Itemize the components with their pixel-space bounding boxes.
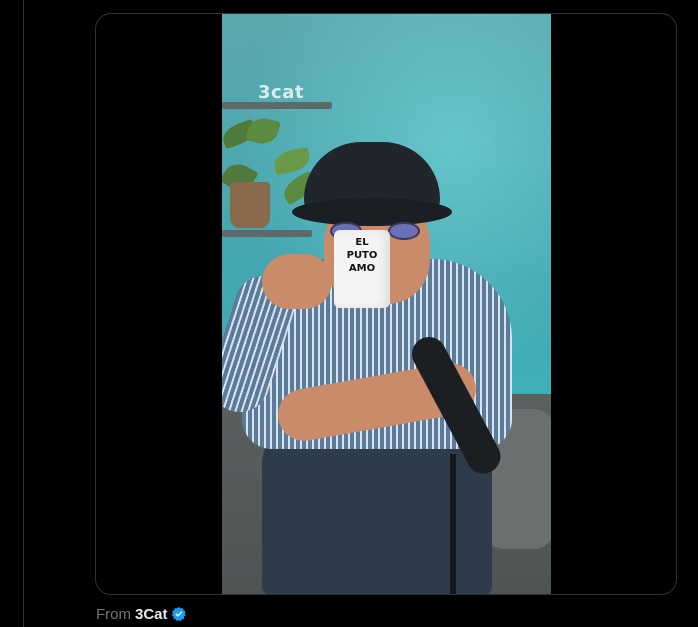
mug-lettering: EL PUTO AMO: [334, 236, 390, 275]
verified-badge-icon: [171, 606, 187, 622]
video-frame-person-hand: [262, 254, 332, 309]
video-frame-person-pants: [262, 424, 492, 594]
mug-text-line: AMO: [348, 263, 376, 274]
media-card[interactable]: 3cat EL PUTO AMO: [95, 13, 677, 595]
attribution-prefix: From: [96, 605, 131, 623]
video-frame-lens-right: [388, 222, 420, 240]
video-frame-mug: EL PUTO AMO: [334, 230, 390, 308]
mug-text-line: PUTO: [346, 250, 378, 261]
channel-watermark-logo: 3cat: [258, 82, 304, 103]
timeline-divider: [23, 0, 24, 627]
tweet-media-view: 3cat EL PUTO AMO From 3Cat: [0, 0, 698, 627]
video-player[interactable]: 3cat EL PUTO AMO: [222, 14, 551, 594]
media-attribution: From 3Cat: [96, 604, 187, 624]
mug-text-line: EL: [355, 237, 369, 248]
video-frame-plant-pot: [230, 182, 270, 228]
video-frame-shelf-bottom: [222, 230, 312, 237]
attribution-source-link[interactable]: 3Cat: [135, 606, 168, 623]
video-frame-shelf-top: [222, 102, 332, 109]
video-frame-mic-stand: [450, 454, 456, 594]
